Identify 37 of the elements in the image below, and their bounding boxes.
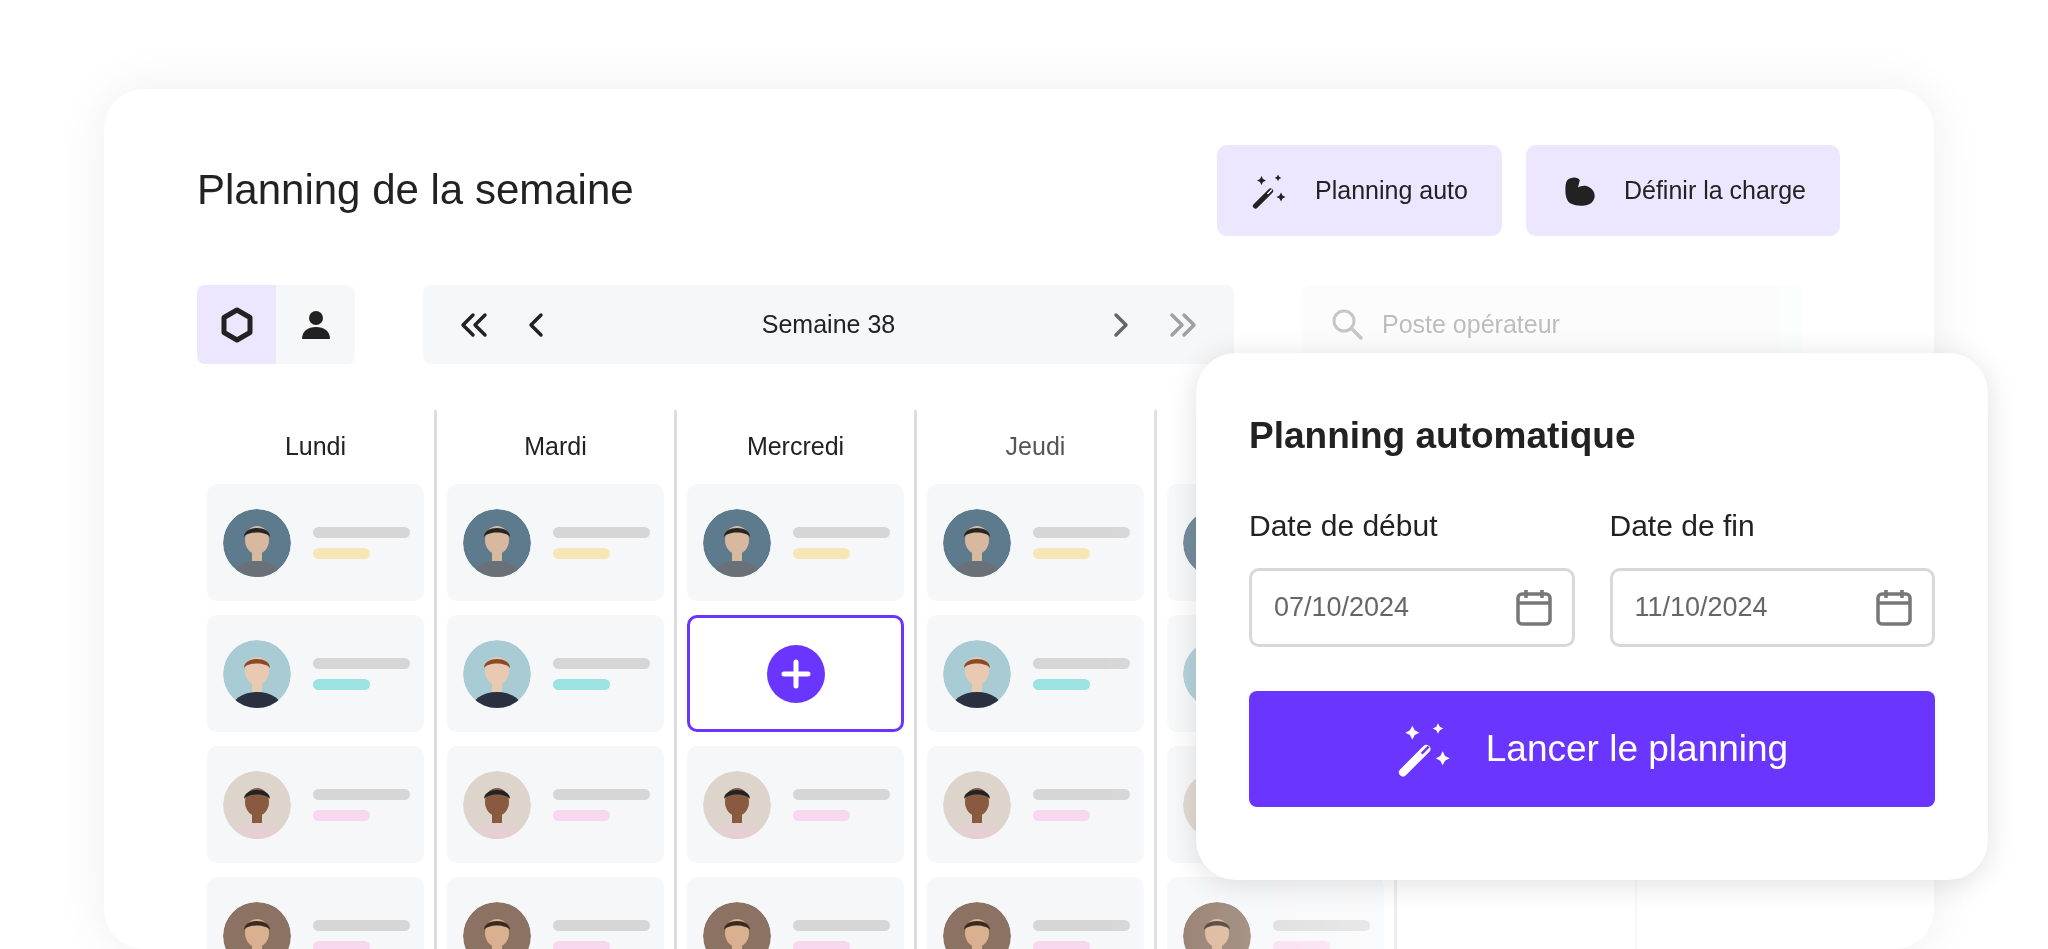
day-header: Mercredi <box>746 431 845 463</box>
auto-planning-button[interactable]: Planning auto <box>1217 145 1502 236</box>
assignment-card[interactable] <box>687 484 904 601</box>
calendar-icon <box>1875 588 1913 626</box>
assignment-card[interactable] <box>207 746 424 863</box>
add-icon <box>766 644 825 703</box>
day-header: Lundi <box>284 431 347 463</box>
week-label: Semaine 38 <box>760 308 897 340</box>
assignment-card[interactable] <box>447 615 664 732</box>
assignment-card[interactable] <box>927 746 1144 863</box>
day-header: Mardi <box>524 431 587 463</box>
date-field[interactable]: 11/10/2024 <box>1609 568 1935 647</box>
assignment-card[interactable] <box>207 615 424 732</box>
field-label: Date de fin <box>1609 508 1756 544</box>
field-label: Date de début <box>1249 508 1439 544</box>
day-header: Jeudi <box>1005 431 1066 463</box>
launch-button[interactable]: Lancer le planning <box>1249 691 1935 807</box>
hexagon-icon <box>218 306 255 343</box>
person-icon <box>299 308 332 341</box>
calendar-icon <box>1514 588 1553 626</box>
view-toggle-button[interactable] <box>197 285 276 364</box>
date-field[interactable]: 07/10/2024 <box>1249 568 1575 647</box>
double-chevron-right-icon <box>1168 311 1198 338</box>
assignment-card[interactable] <box>687 746 904 863</box>
assignment-card[interactable] <box>447 746 664 863</box>
chevron-left-icon <box>528 311 544 338</box>
wand-icon <box>1251 172 1288 209</box>
set-load-button[interactable]: Définir la charge <box>1525 145 1840 236</box>
assignment-card[interactable] <box>207 484 424 601</box>
double-chevron-left-icon <box>459 311 489 338</box>
assignment-card[interactable] <box>447 484 664 601</box>
add-slot-button[interactable] <box>687 615 904 732</box>
assignment-card[interactable] <box>927 615 1144 732</box>
page-title: Planning de la semaine <box>197 165 634 216</box>
dialog-title: Planning automatique <box>1249 413 1637 458</box>
chevron-right-icon <box>1113 311 1129 338</box>
assignment-card[interactable] <box>927 484 1144 601</box>
